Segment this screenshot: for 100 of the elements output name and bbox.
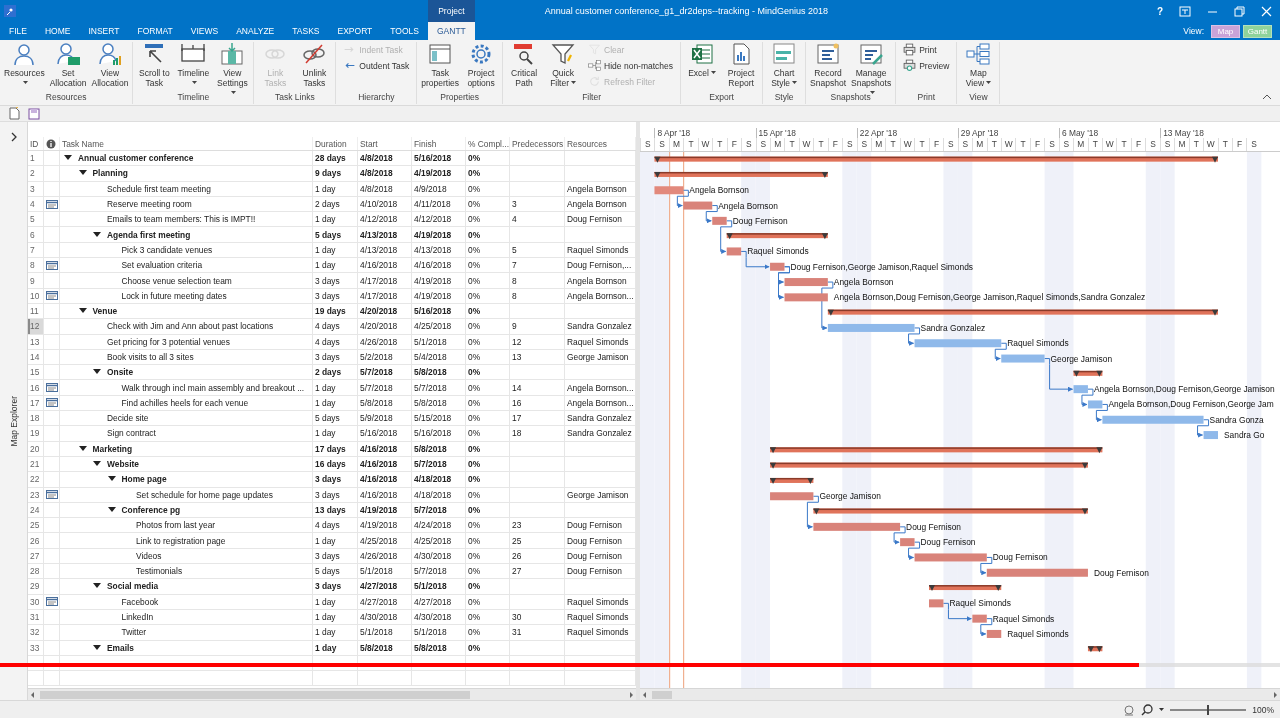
caret-icon[interactable] [1159,708,1165,711]
ribbon-button[interactable]: View Settings [213,42,252,98]
row-number[interactable]: 31 [28,609,44,625]
expand-panel-icon[interactable] [9,132,18,142]
row-number[interactable]: 15 [28,365,44,380]
ribbon-button[interactable]: Record Snapshot [808,42,848,88]
close-icon[interactable] [1261,5,1272,17]
ribbon-button[interactable]: Map View [959,42,998,88]
menu-tab[interactable]: TOOLS [381,22,428,40]
scroll-left-icon[interactable] [642,691,648,698]
day-label: W [1203,138,1218,151]
column-header[interactable]: ID [28,137,44,150]
ribbon-button[interactable]: View Allocation [89,42,131,88]
menu-tab[interactable]: HOME [35,22,80,40]
restore-icon[interactable] [1234,5,1245,17]
collapse-ribbon-icon[interactable] [1262,93,1272,101]
horizontal-scrollbar[interactable] [640,688,1280,700]
scroll-right-icon[interactable] [1272,691,1278,698]
row-number[interactable]: 18 [28,411,44,426]
ribbon-button[interactable]: Hide non-matches [586,58,676,73]
row-number[interactable]: 27 [28,548,44,563]
menu-tab[interactable]: VIEWS [181,22,228,40]
menu-tab[interactable]: TASKS [283,22,329,40]
ribbon-button[interactable]: Resources [2,42,47,88]
expand-caret-icon[interactable] [93,643,101,652]
row-number[interactable]: 1 [28,151,44,166]
ribbon-button[interactable]: Chart Style [765,42,804,88]
menu-tab[interactable]: ANALYZE [227,22,284,40]
video-progress-bar[interactable] [0,663,1280,667]
ribbon-button[interactable]: Project Report [722,42,761,88]
row-number[interactable]: 16 [28,380,44,395]
zoom-fit-icon[interactable] [1123,703,1136,716]
row-number[interactable]: 22 [28,472,44,487]
row-number[interactable]: 6 [28,227,44,242]
column-header[interactable]: Resources [565,137,636,150]
scroll-right-icon[interactable] [628,691,634,698]
column-header[interactable]: Task Name [60,137,313,150]
row-number[interactable]: 23 [28,487,44,502]
row-number[interactable]: 26 [28,533,44,548]
day-label: T [885,138,900,151]
scroll-thumb[interactable] [652,690,672,699]
search-icon[interactable] [1141,703,1154,716]
column-header[interactable]: Start [358,137,412,150]
new-document-icon[interactable] [8,107,20,120]
row-number[interactable]: 3 [28,181,44,196]
help-button[interactable]: ? [1156,5,1163,17]
row-number[interactable]: 9 [28,273,44,288]
day-label: S [856,138,871,151]
column-header[interactable]: Finish [412,137,466,150]
scroll-thumb[interactable] [40,690,470,699]
ribbon-button[interactable]: Task properties [419,42,462,88]
row-number[interactable]: 21 [28,456,44,472]
row-number[interactable]: 20 [28,441,44,456]
ribbon-button[interactable]: Outdent Task [341,58,412,73]
expand-caret-icon[interactable] [78,444,87,453]
menu-tab[interactable]: EXPORT [328,22,382,40]
save-icon[interactable] [28,107,40,120]
row-number[interactable]: 8 [28,258,44,273]
menu-tab[interactable]: INSERT [79,22,129,40]
ribbon-button[interactable]: Set Allocation [47,42,89,88]
row-number[interactable]: 14 [28,349,44,365]
ribbon-button[interactable]: Scroll to Task [135,42,174,88]
row-number[interactable]: 12 [28,319,44,334]
expand-caret-icon[interactable] [93,230,101,239]
ribbon-button[interactable]: Unlink Tasks [295,42,334,88]
row-number[interactable]: 19 [28,426,44,441]
row-number[interactable]: 29 [28,579,44,594]
row-number[interactable]: 32 [28,625,44,640]
row-number[interactable]: 5 [28,212,44,227]
row-number[interactable]: 24 [28,502,44,518]
ribbon-button[interactable]: Print [901,42,952,57]
row-number[interactable]: 33 [28,640,44,655]
column-header[interactable]: Duration [313,137,358,150]
row-number[interactable]: 30 [28,594,44,609]
menu-tab[interactable]: FORMAT [128,22,182,40]
row-number[interactable]: 13 [28,334,44,349]
column-header[interactable]: Predecessors [510,137,565,150]
row-number[interactable]: 4 [28,196,44,212]
ribbon-display-icon[interactable] [1179,5,1191,17]
panel-label[interactable]: Map Explorer [8,396,19,447]
row-number[interactable]: 10 [28,288,44,303]
ribbon-button[interactable]: Critical Path [505,42,544,88]
ribbon-button[interactable]: Timeline [174,42,213,88]
row-number[interactable]: 25 [28,518,44,533]
row-number[interactable]: 2 [28,166,44,181]
horizontal-scrollbar[interactable] [28,688,636,700]
scroll-left-icon[interactable] [30,691,36,698]
row-number[interactable]: 17 [28,395,44,411]
menu-tab[interactable]: FILE [0,22,36,40]
ribbon-button[interactable]: Excel [683,42,722,78]
ribbon-button[interactable]: Quick Filter [544,42,583,88]
ribbon-button[interactable]: Preview [901,58,952,73]
expand-caret-icon[interactable] [107,505,116,514]
column-header[interactable]: % Compl... [466,137,510,150]
row-number[interactable]: 11 [28,303,44,319]
row-number[interactable]: 28 [28,564,44,579]
table-cell: 4/24/2018 [412,518,466,533]
row-number[interactable]: 7 [28,242,44,258]
menu-tab[interactable]: GANTT [428,22,475,40]
ribbon-button[interactable]: Project options [462,42,501,88]
